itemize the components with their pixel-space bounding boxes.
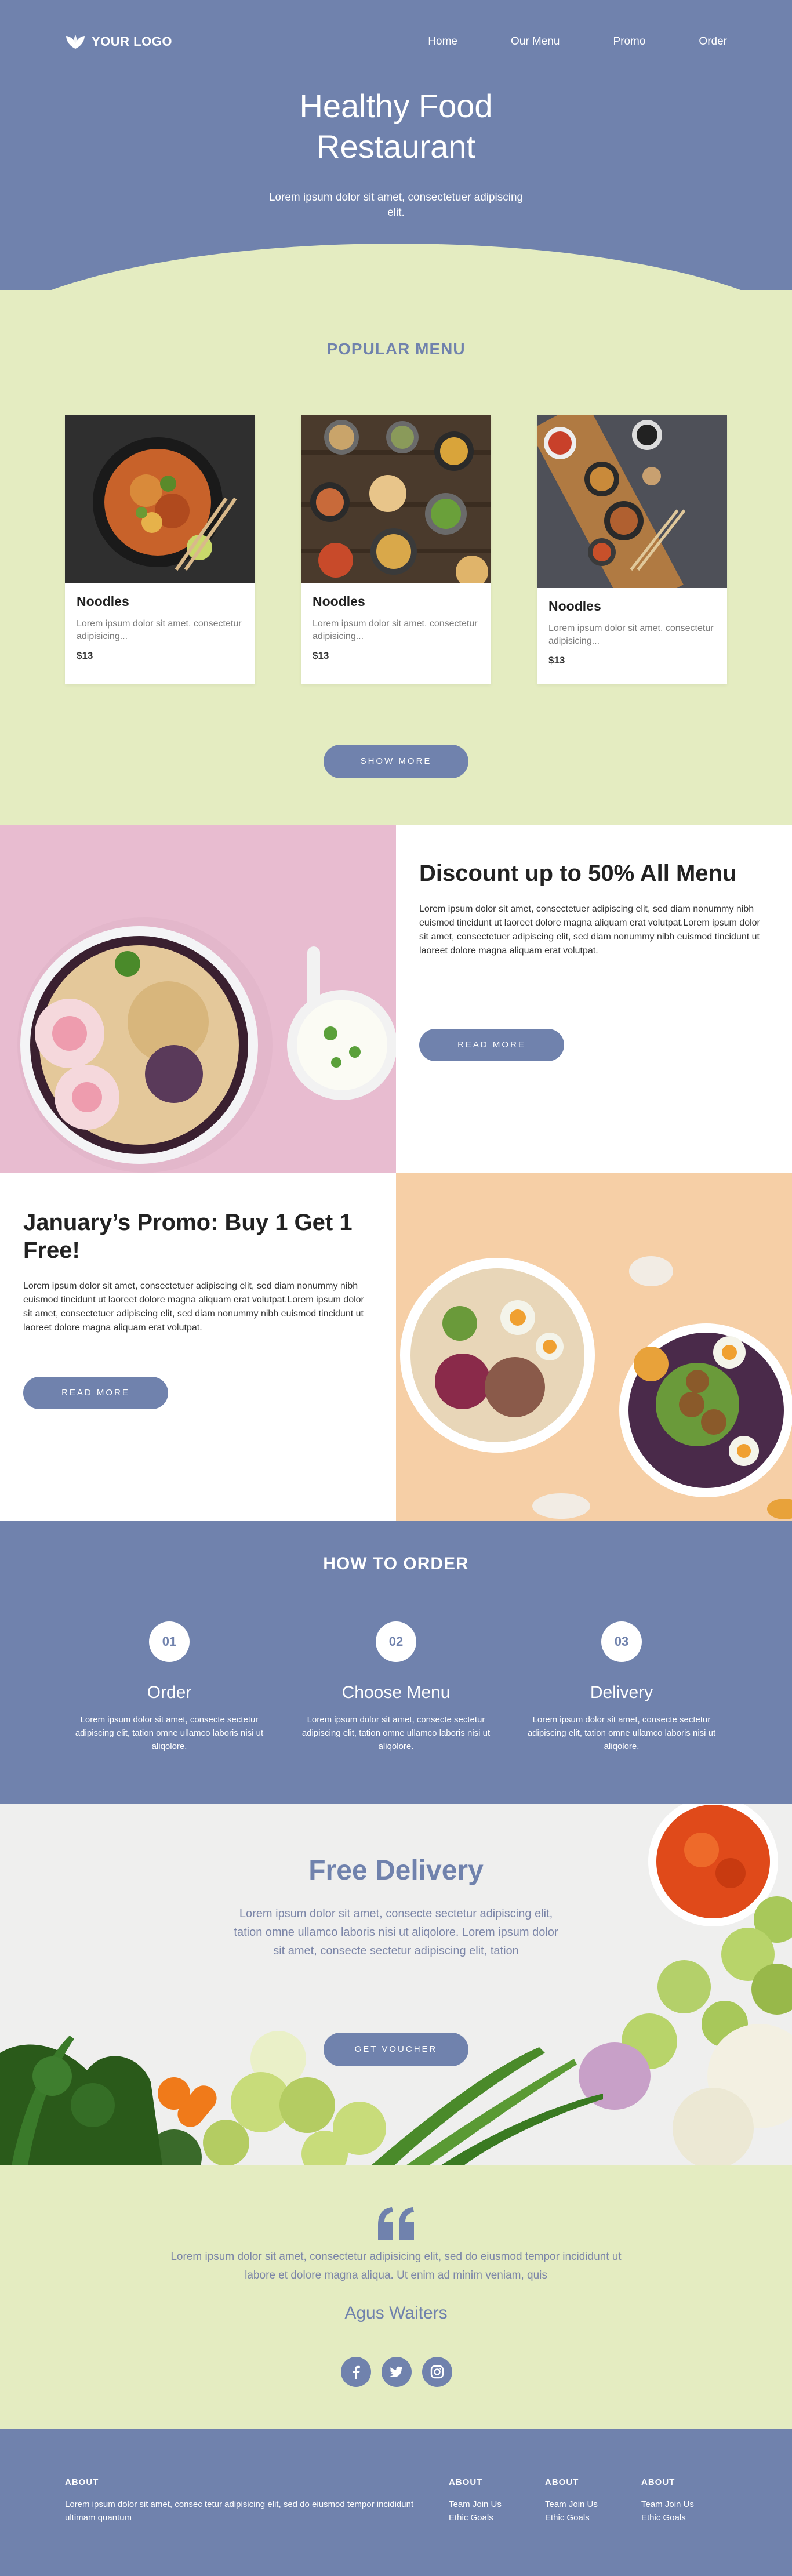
menu-card-desc: Lorem ipsum dolor sit amet, consectetur …: [548, 623, 714, 646]
hero-subtitle: Lorem ipsum dolor sit amet, consectetuer…: [268, 191, 524, 219]
hero-section: YOUR LOGO Home Our Menu Promo Order Heal…: [0, 0, 792, 290]
promo-discount-content: Discount up to 50% All Menu Lorem ipsum …: [396, 825, 792, 1173]
testimonial-section: Lorem ipsum dolor sit amet, consectetur …: [0, 2165, 792, 2429]
promo-discount-section: Discount up to 50% All Menu Lorem ipsum …: [0, 825, 792, 1173]
menu-card-info: Noodles Lorem ipsum dolor sit amet, cons…: [77, 594, 244, 662]
order-step: 01 Order Lorem ipsum dolor sit amet, con…: [56, 1621, 282, 1753]
footer-about-title: ABOUT: [65, 2477, 99, 2487]
footer-link-ethic[interactable]: Ethic Goals: [545, 2511, 598, 2524]
promo-discount-text: Discount up to 50% All Menu Lorem ipsum …: [419, 859, 769, 958]
promo-discount-body: Lorem ipsum dolor sit amet, consectetuer…: [419, 904, 760, 956]
how-to-order-title: HOW TO ORDER: [323, 1554, 469, 1573]
footer-column: ABOUT Team Join Us Ethic Goals: [641, 2477, 694, 2524]
menu-card-image: [537, 415, 727, 588]
free-delivery-body: Lorem ipsum dolor sit amet, consecte sec…: [234, 1907, 558, 1957]
quote-icon: [378, 2207, 414, 2240]
order-step: 03 Delivery Lorem ipsum dolor sit amet, …: [508, 1621, 735, 1753]
footer-link-team[interactable]: Team Join Us: [449, 2498, 502, 2511]
testimonial-text: Lorem ipsum dolor sit amet, consectetur …: [170, 2251, 622, 2281]
nav-menu: Home Our Menu Promo Order: [375, 35, 727, 48]
promo-january-image: [396, 1173, 792, 1521]
nav-promo[interactable]: Promo: [613, 35, 645, 48]
footer-link-ethic[interactable]: Ethic Goals: [641, 2511, 694, 2524]
step-number: 01: [149, 1621, 190, 1662]
footer-column: ABOUT Team Join Us Ethic Goals: [545, 2477, 598, 2524]
free-delivery-title: Free Delivery: [308, 1855, 484, 1886]
step-title: Delivery: [590, 1683, 653, 1702]
promo-january-body: Lorem ipsum dolor sit amet, consectetuer…: [23, 1281, 364, 1333]
hero-title-line2: Restaurant: [317, 128, 475, 165]
nav-order[interactable]: Order: [699, 35, 727, 48]
nav-home[interactable]: Home: [428, 35, 457, 48]
menu-card-image: [301, 415, 491, 583]
promo-january-title: January’s Promo: Buy 1 Get 1 Free!: [23, 1210, 353, 1263]
popular-menu-title: POPULAR MENU: [326, 340, 466, 358]
footer-column: ABOUT Team Join Us Ethic Goals: [449, 2477, 502, 2524]
hero-title: Healthy Food Restaurant: [0, 86, 792, 167]
step-desc: Lorem ipsum dolor sit amet, consecte sec…: [301, 1715, 491, 1751]
hero-wave-divider: [0, 244, 792, 290]
menu-card-desc: Lorem ipsum dolor sit amet, consectetur …: [77, 619, 242, 641]
promo-january-text: January’s Promo: Buy 1 Get 1 Free! Lorem…: [23, 1209, 373, 1335]
hero-title-line1: Healthy Food: [299, 88, 493, 124]
footer-about: ABOUT Lorem ipsum dolor sit amet, consec…: [65, 2477, 424, 2524]
menu-card-name: Noodles: [77, 594, 129, 609]
menu-card-desc: Lorem ipsum dolor sit amet, consectetur …: [313, 619, 478, 641]
instagram-icon[interactable]: [422, 2357, 452, 2387]
promo-discount-title: Discount up to 50% All Menu: [419, 861, 737, 886]
menu-card[interactable]: Noodles Lorem ipsum dolor sit amet, cons…: [301, 415, 491, 684]
menu-card-image: [65, 415, 255, 583]
step-title: Order: [147, 1683, 192, 1702]
footer: ABOUT Lorem ipsum dolor sit amet, consec…: [0, 2429, 792, 2576]
step-number: 03: [601, 1621, 642, 1662]
logo-text: YOUR LOGO: [92, 34, 172, 49]
footer-column-title: ABOUT: [545, 2477, 579, 2487]
promo-january-section: January’s Promo: Buy 1 Get 1 Free! Lorem…: [0, 1173, 792, 1521]
menu-card-info: Noodles Lorem ipsum dolor sit amet, cons…: [313, 594, 479, 662]
step-desc: Lorem ipsum dolor sit amet, consecte sec…: [527, 1715, 716, 1751]
order-step: 02 Choose Menu Lorem ipsum dolor sit ame…: [283, 1621, 509, 1753]
footer-link-ethic[interactable]: Ethic Goals: [449, 2511, 502, 2524]
step-desc: Lorem ipsum dolor sit amet, consecte sec…: [75, 1715, 264, 1751]
leaf-logo-icon: [66, 35, 85, 49]
menu-card-name: Noodles: [548, 598, 601, 614]
read-more-button[interactable]: READ MORE: [419, 1029, 564, 1061]
menu-card-price: $13: [77, 650, 93, 661]
promo-january-content: January’s Promo: Buy 1 Get 1 Free! Lorem…: [0, 1173, 396, 1521]
facebook-icon[interactable]: [341, 2357, 371, 2387]
popular-menu-section: POPULAR MENU Noodles Lorem ipsum dolor s…: [0, 290, 792, 825]
testimonial-author: Agus Waiters: [344, 2303, 448, 2323]
menu-card-name: Noodles: [313, 594, 365, 609]
nav-our-menu[interactable]: Our Menu: [511, 35, 560, 48]
free-delivery-section: Free Delivery Lorem ipsum dolor sit amet…: [0, 1804, 792, 2165]
read-more-button[interactable]: READ MORE: [23, 1377, 168, 1409]
get-voucher-button[interactable]: GET VOUCHER: [324, 2033, 468, 2066]
show-more-button[interactable]: SHOW MORE: [324, 745, 468, 778]
social-links: [341, 2357, 452, 2387]
twitter-icon[interactable]: [382, 2357, 412, 2387]
navbar: YOUR LOGO Home Our Menu Promo Order: [65, 32, 727, 51]
step-number: 02: [376, 1621, 416, 1662]
footer-column-title: ABOUT: [449, 2477, 483, 2487]
step-title: Choose Menu: [341, 1683, 451, 1702]
menu-card[interactable]: Noodles Lorem ipsum dolor sit amet, cons…: [65, 415, 255, 684]
menu-card[interactable]: Noodles Lorem ipsum dolor sit amet, cons…: [537, 415, 727, 684]
menu-card-price: $13: [313, 650, 329, 661]
how-to-order-section: HOW TO ORDER 01 Order Lorem ipsum dolor …: [0, 1521, 792, 1804]
promo-discount-image: [0, 825, 396, 1173]
menu-card-price: $13: [548, 655, 565, 666]
footer-link-team[interactable]: Team Join Us: [545, 2498, 598, 2511]
footer-link-team[interactable]: Team Join Us: [641, 2498, 694, 2511]
logo[interactable]: YOUR LOGO: [65, 34, 172, 50]
footer-column-title: ABOUT: [641, 2477, 675, 2487]
menu-card-info: Noodles Lorem ipsum dolor sit amet, cons…: [548, 598, 715, 666]
footer-about-text: Lorem ipsum dolor sit amet, consec tetur…: [65, 2499, 414, 2523]
